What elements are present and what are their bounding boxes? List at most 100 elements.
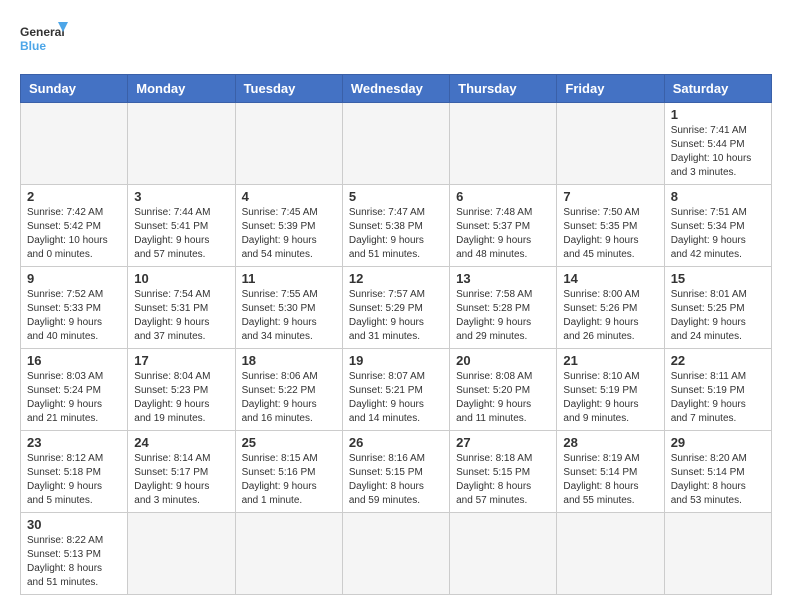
day-info: Sunrise: 7:58 AM Sunset: 5:28 PM Dayligh… bbox=[456, 288, 550, 344]
day-info: Sunrise: 8:19 AM Sunset: 5:14 PM Dayligh… bbox=[563, 452, 657, 508]
day-info: Sunrise: 8:07 AM Sunset: 5:21 PM Dayligh… bbox=[349, 370, 443, 426]
day-number: 8 bbox=[671, 189, 765, 204]
calendar-cell: 24Sunrise: 8:14 AM Sunset: 5:17 PM Dayli… bbox=[128, 431, 235, 513]
day-info: Sunrise: 7:57 AM Sunset: 5:29 PM Dayligh… bbox=[349, 288, 443, 344]
day-number: 27 bbox=[456, 435, 550, 450]
calendar-cell: 1Sunrise: 7:41 AM Sunset: 5:44 PM Daylig… bbox=[664, 103, 771, 185]
calendar-cell: 9Sunrise: 7:52 AM Sunset: 5:33 PM Daylig… bbox=[21, 267, 128, 349]
calendar-cell: 18 Sunrise: 8:06 AM Sunset: 5:22 PM Dayli… bbox=[235, 349, 342, 431]
day-info: Sunrise: 8:10 AM Sunset: 5:19 PM Dayligh… bbox=[563, 370, 657, 426]
calendar-cell: 6 Sunrise: 7:48 AM Sunset: 5:37 PM Daylig… bbox=[450, 185, 557, 267]
calendar-cell bbox=[450, 513, 557, 595]
day-info: Sunrise: 7:45 AM Sunset: 5:39 PM Dayligh… bbox=[242, 206, 336, 262]
day-info: Sunrise: 8:00 AM Sunset: 5:26 PM Dayligh… bbox=[563, 288, 657, 344]
day-number: 7 bbox=[563, 189, 657, 204]
day-number: 15 bbox=[671, 271, 765, 286]
calendar-cell: 21 Sunrise: 8:10 AM Sunset: 5:19 PM Dayli… bbox=[557, 349, 664, 431]
calendar-cell bbox=[342, 103, 449, 185]
calendar-cell: 13 Sunrise: 7:58 AM Sunset: 5:28 PM Dayli… bbox=[450, 267, 557, 349]
calendar-cell: 10 Sunrise: 7:54 AM Sunset: 5:31 PM Dayli… bbox=[128, 267, 235, 349]
calendar-header-row: SundayMondayTuesdayWednesdayThursdayFrid… bbox=[21, 75, 772, 103]
calendar-cell: 4Sunrise: 7:45 AM Sunset: 5:39 PM Daylig… bbox=[235, 185, 342, 267]
calendar-week-1: 1Sunrise: 7:41 AM Sunset: 5:44 PM Daylig… bbox=[21, 103, 772, 185]
header-monday: Monday bbox=[128, 75, 235, 103]
calendar-cell: 2 Sunrise: 7:42 AM Sunset: 5:42 PM Daylig… bbox=[21, 185, 128, 267]
day-number: 28 bbox=[563, 435, 657, 450]
day-number: 30 bbox=[27, 517, 121, 532]
day-info: Sunrise: 7:42 AM Sunset: 5:42 PM Dayligh… bbox=[27, 206, 121, 262]
day-number: 29 bbox=[671, 435, 765, 450]
calendar-cell: 23Sunrise: 8:12 AM Sunset: 5:18 PM Dayli… bbox=[21, 431, 128, 513]
day-info: Sunrise: 7:51 AM Sunset: 5:34 PM Dayligh… bbox=[671, 206, 765, 262]
header-thursday: Thursday bbox=[450, 75, 557, 103]
day-info: Sunrise: 8:16 AM Sunset: 5:15 PM Dayligh… bbox=[349, 452, 443, 508]
calendar-week-4: 16 Sunrise: 8:03 AM Sunset: 5:24 PM Dayli… bbox=[21, 349, 772, 431]
calendar-week-2: 2 Sunrise: 7:42 AM Sunset: 5:42 PM Daylig… bbox=[21, 185, 772, 267]
day-info: Sunrise: 7:55 AM Sunset: 5:30 PM Dayligh… bbox=[242, 288, 336, 344]
calendar-cell: 27 Sunrise: 8:18 AM Sunset: 5:15 PM Dayli… bbox=[450, 431, 557, 513]
calendar-cell: 5 Sunrise: 7:47 AM Sunset: 5:38 PM Daylig… bbox=[342, 185, 449, 267]
calendar-cell: 22Sunrise: 8:11 AM Sunset: 5:19 PM Dayli… bbox=[664, 349, 771, 431]
calendar-cell bbox=[450, 103, 557, 185]
calendar-cell: 25Sunrise: 8:15 AM Sunset: 5:16 PM Dayli… bbox=[235, 431, 342, 513]
calendar-cell: 14 Sunrise: 8:00 AM Sunset: 5:26 PM Dayli… bbox=[557, 267, 664, 349]
day-info: Sunrise: 8:20 AM Sunset: 5:14 PM Dayligh… bbox=[671, 452, 765, 508]
calendar-cell bbox=[557, 103, 664, 185]
logo: General Blue bbox=[20, 20, 70, 64]
calendar-week-6: 30 Sunrise: 8:22 AM Sunset: 5:13 PM Dayli… bbox=[21, 513, 772, 595]
day-info: Sunrise: 8:04 AM Sunset: 5:23 PM Dayligh… bbox=[134, 370, 228, 426]
calendar-cell: 11 Sunrise: 7:55 AM Sunset: 5:30 PM Dayli… bbox=[235, 267, 342, 349]
calendar: SundayMondayTuesdayWednesdayThursdayFrid… bbox=[20, 74, 772, 595]
calendar-cell bbox=[128, 513, 235, 595]
day-number: 16 bbox=[27, 353, 121, 368]
calendar-cell: 15 Sunrise: 8:01 AM Sunset: 5:25 PM Dayli… bbox=[664, 267, 771, 349]
calendar-cell bbox=[235, 103, 342, 185]
day-info: Sunrise: 7:52 AM Sunset: 5:33 PM Dayligh… bbox=[27, 288, 121, 344]
svg-text:Blue: Blue bbox=[20, 39, 46, 53]
calendar-cell: 7 Sunrise: 7:50 AM Sunset: 5:35 PM Daylig… bbox=[557, 185, 664, 267]
day-number: 11 bbox=[242, 271, 336, 286]
day-number: 21 bbox=[563, 353, 657, 368]
day-info: Sunrise: 7:54 AM Sunset: 5:31 PM Dayligh… bbox=[134, 288, 228, 344]
calendar-cell bbox=[21, 103, 128, 185]
logo-svg: General Blue bbox=[20, 20, 70, 64]
day-number: 5 bbox=[349, 189, 443, 204]
day-info: Sunrise: 7:48 AM Sunset: 5:37 PM Dayligh… bbox=[456, 206, 550, 262]
page-header: General Blue bbox=[20, 20, 772, 64]
calendar-cell: 17 Sunrise: 8:04 AM Sunset: 5:23 PM Dayli… bbox=[128, 349, 235, 431]
day-number: 2 bbox=[27, 189, 121, 204]
day-number: 17 bbox=[134, 353, 228, 368]
calendar-cell: 28 Sunrise: 8:19 AM Sunset: 5:14 PM Dayli… bbox=[557, 431, 664, 513]
day-info: Sunrise: 8:18 AM Sunset: 5:15 PM Dayligh… bbox=[456, 452, 550, 508]
day-info: Sunrise: 8:03 AM Sunset: 5:24 PM Dayligh… bbox=[27, 370, 121, 426]
day-info: Sunrise: 8:22 AM Sunset: 5:13 PM Dayligh… bbox=[27, 534, 121, 590]
day-info: Sunrise: 7:50 AM Sunset: 5:35 PM Dayligh… bbox=[563, 206, 657, 262]
calendar-cell: 19Sunrise: 8:07 AM Sunset: 5:21 PM Dayli… bbox=[342, 349, 449, 431]
day-number: 10 bbox=[134, 271, 228, 286]
header-saturday: Saturday bbox=[664, 75, 771, 103]
calendar-cell bbox=[664, 513, 771, 595]
day-info: Sunrise: 8:06 AM Sunset: 5:22 PM Dayligh… bbox=[242, 370, 336, 426]
day-info: Sunrise: 7:47 AM Sunset: 5:38 PM Dayligh… bbox=[349, 206, 443, 262]
day-number: 22 bbox=[671, 353, 765, 368]
calendar-cell: 3Sunrise: 7:44 AM Sunset: 5:41 PM Daylig… bbox=[128, 185, 235, 267]
header-wednesday: Wednesday bbox=[342, 75, 449, 103]
calendar-cell: 12Sunrise: 7:57 AM Sunset: 5:29 PM Dayli… bbox=[342, 267, 449, 349]
day-number: 23 bbox=[27, 435, 121, 450]
day-info: Sunrise: 8:01 AM Sunset: 5:25 PM Dayligh… bbox=[671, 288, 765, 344]
day-number: 6 bbox=[456, 189, 550, 204]
calendar-cell bbox=[235, 513, 342, 595]
day-number: 18 bbox=[242, 353, 336, 368]
day-number: 20 bbox=[456, 353, 550, 368]
calendar-cell bbox=[342, 513, 449, 595]
day-number: 14 bbox=[563, 271, 657, 286]
calendar-week-3: 9Sunrise: 7:52 AM Sunset: 5:33 PM Daylig… bbox=[21, 267, 772, 349]
day-number: 13 bbox=[456, 271, 550, 286]
day-info: Sunrise: 8:14 AM Sunset: 5:17 PM Dayligh… bbox=[134, 452, 228, 508]
calendar-cell bbox=[128, 103, 235, 185]
day-info: Sunrise: 8:15 AM Sunset: 5:16 PM Dayligh… bbox=[242, 452, 336, 508]
header-tuesday: Tuesday bbox=[235, 75, 342, 103]
day-info: Sunrise: 7:44 AM Sunset: 5:41 PM Dayligh… bbox=[134, 206, 228, 262]
calendar-cell: 8 Sunrise: 7:51 AM Sunset: 5:34 PM Daylig… bbox=[664, 185, 771, 267]
calendar-cell: 29 Sunrise: 8:20 AM Sunset: 5:14 PM Dayli… bbox=[664, 431, 771, 513]
